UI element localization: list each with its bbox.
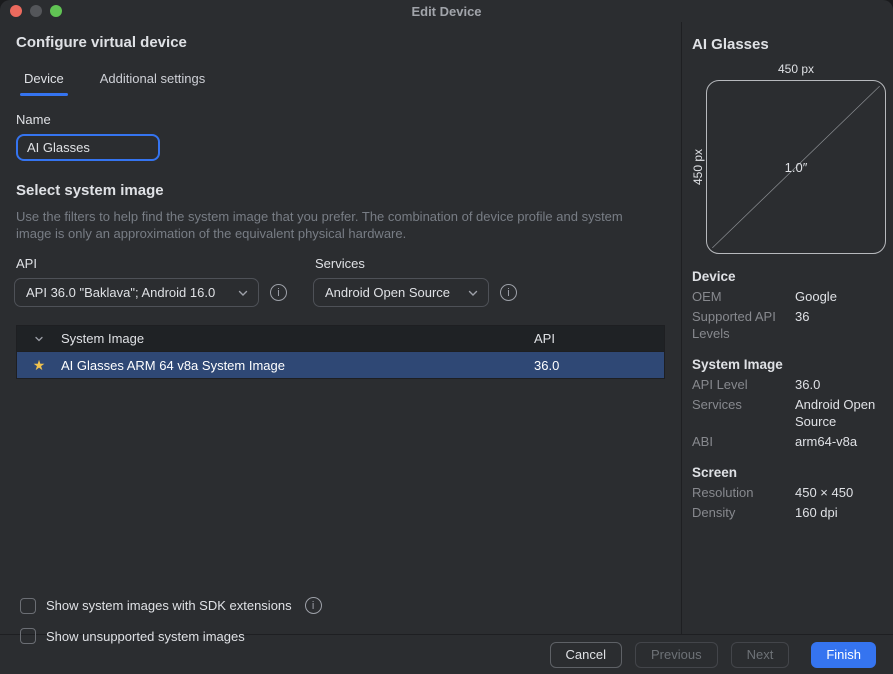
detail-value: 36.0 [795,376,886,393]
api-info-icon[interactable]: i [270,284,287,301]
detail-value: 36 [795,308,886,342]
api-dropdown[interactable]: API 36.0 "Baklava"; Android 16.0 [14,278,259,307]
tab-bar: Device Additional settings [20,71,665,96]
section-title-screen: Screen [692,465,886,480]
detail-label: API Level [692,376,795,393]
detail-label: ABI [692,433,795,450]
detail-label: Density [692,504,795,521]
cancel-button[interactable]: Cancel [550,642,622,668]
screen-width-label: 450 px [690,62,886,76]
services-info-icon[interactable]: i [500,284,517,301]
summary-device-name: AI Glasses [692,36,886,53]
unsupported-images-checkbox-label[interactable]: Show unsupported system images [46,629,245,644]
previous-button: Previous [635,642,718,668]
screen-outline: 1.0″ [706,80,886,254]
chevron-down-icon [467,287,479,299]
sdk-extensions-checkbox-row: Show system images with SDK extensions i [20,597,322,614]
star-icon[interactable]: ★ [33,358,46,372]
detail-label: OEM [692,288,795,305]
device-summary-panel: AI Glasses 450 px 450 px 1.0″ Device OEM… [681,22,893,634]
section-title-system-image: System Image [692,357,886,372]
section-title-device: Device [692,269,886,284]
detail-label: Services [692,396,795,430]
detail-value: Android Open Source [795,396,886,430]
select-system-image-heading: Select system image [16,182,665,199]
tab-additional-settings[interactable]: Additional settings [96,71,210,96]
edit-device-dialog: Edit Device Configure virtual device Dev… [0,0,893,674]
detail-value: arm64-v8a [795,433,886,450]
screen-diagonal-size: 1.0″ [707,81,885,253]
sdk-extensions-checkbox[interactable] [20,598,36,614]
api-filter-label: API [16,256,287,271]
services-dropdown[interactable]: Android Open Source [313,278,489,307]
column-header-api[interactable]: API [534,331,664,346]
sort-chevron-icon[interactable] [17,333,61,345]
screen-height-label: 450 px [690,80,706,254]
detail-value: 450 × 450 [795,484,886,501]
sdk-extensions-checkbox-label[interactable]: Show system images with SDK extensions [46,598,292,613]
sdk-extensions-info-icon[interactable]: i [305,597,322,614]
name-label: Name [16,112,665,127]
page-title: Configure virtual device [16,34,665,51]
system-image-table: System Image API ★ AI Glasses ARM 64 v8a… [16,325,665,379]
unsupported-images-checkbox-row: Show unsupported system images [20,628,322,644]
table-row[interactable]: ★ AI Glasses ARM 64 v8a System Image 36.… [17,352,664,378]
column-header-system-image[interactable]: System Image [61,331,534,346]
system-image-name: AI Glasses ARM 64 v8a System Image [61,358,534,373]
table-header-row: System Image API [17,326,664,352]
device-name-input[interactable] [16,134,160,161]
detail-value: 160 dpi [795,504,886,521]
unsupported-images-checkbox[interactable] [20,628,36,644]
window-title: Edit Device [0,4,893,19]
system-image-api: 36.0 [534,358,664,373]
system-image-description: Use the filters to help find the system … [16,208,630,242]
services-filter-label: Services [315,256,517,271]
api-dropdown-value: API 36.0 "Baklava"; Android 16.0 [26,285,229,300]
detail-value: Google [795,288,886,305]
tab-device[interactable]: Device [20,71,68,96]
configure-panel: Configure virtual device Device Addition… [0,22,681,634]
detail-label: Supported API Levels [692,308,795,342]
screen-preview: 450 px 450 px 1.0″ [690,62,886,254]
services-dropdown-value: Android Open Source [325,285,459,300]
next-button: Next [731,642,790,668]
chevron-down-icon [237,287,249,299]
finish-button[interactable]: Finish [811,642,876,668]
title-bar: Edit Device [0,0,893,22]
detail-label: Resolution [692,484,795,501]
